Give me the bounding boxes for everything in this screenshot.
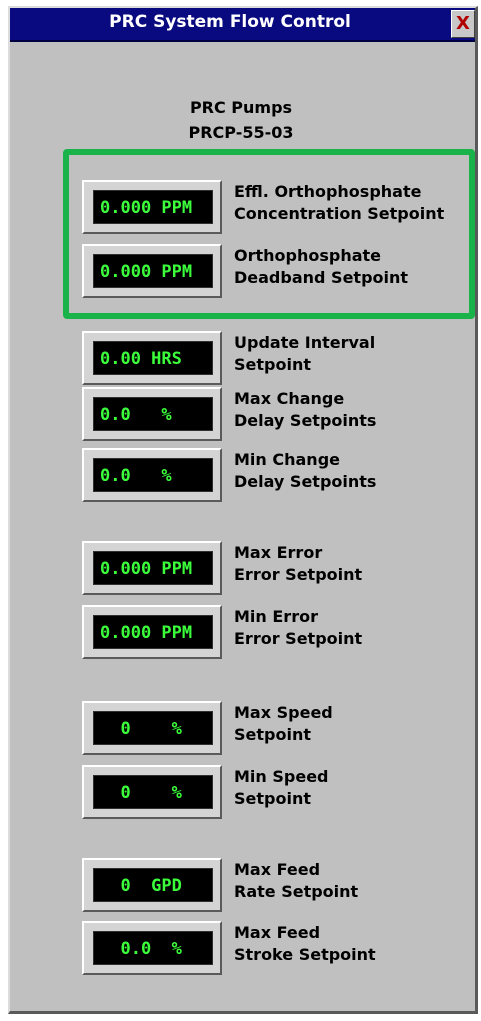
setpoint-row-min-change: 0.0 % Min Change Delay Setpoints — [82, 448, 472, 504]
setpoint-label: Update Interval Setpoint — [234, 333, 376, 374]
pump-group-title: PRC Pumps — [189, 98, 293, 117]
setpoint-readout: 0 % — [93, 711, 213, 745]
setpoint-label: Max Change Delay Setpoints — [234, 389, 377, 430]
highlight-box — [63, 149, 475, 319]
setpoint-row-update-interval: 0.00 HRS Update Interval Setpoint — [82, 331, 472, 387]
max-change-setpoint-button[interactable]: 0.0 % — [82, 387, 222, 441]
setpoint-label: Min Speed Setpoint — [234, 767, 329, 808]
min-change-setpoint-button[interactable]: 0.0 % — [82, 448, 222, 502]
setpoint-readout: 0.0 % — [93, 931, 213, 965]
setpoint-label: Min Error Error Setpoint — [234, 607, 363, 648]
setpoint-row-max-feed-rate: 0 GPD Max Feed Rate Setpoint — [82, 858, 472, 914]
max-feed-rate-setpoint-button[interactable]: 0 GPD — [82, 858, 222, 912]
setpoint-row-min-speed: 0 % Min Speed Setpoint — [82, 765, 472, 821]
min-speed-setpoint-button[interactable]: 0 % — [82, 765, 222, 819]
close-icon[interactable]: X — [451, 10, 475, 38]
setpoint-label: Min Change Delay Setpoints — [234, 450, 377, 491]
setpoint-readout: 0.00 HRS — [93, 341, 213, 375]
update-interval-setpoint-button[interactable]: 0.00 HRS — [82, 331, 222, 385]
max-speed-setpoint-button[interactable]: 0 % — [82, 701, 222, 755]
setpoint-label: Max Feed Rate Setpoint — [234, 860, 359, 901]
setpoint-label: Max Error Error Setpoint — [234, 543, 363, 584]
setpoint-readout: 0.0 % — [93, 397, 213, 431]
window-title: PRC System Flow Control — [109, 12, 351, 32]
setpoint-readout: 0 GPD — [93, 868, 213, 902]
min-error-setpoint-button[interactable]: 0.000 PPM — [82, 605, 222, 659]
setpoint-label: Max Feed Stroke Setpoint — [234, 923, 376, 964]
setpoint-row-max-speed: 0 % Max Speed Setpoint — [82, 701, 472, 757]
pump-id: PRCP-55-03 — [188, 123, 294, 142]
setpoint-row-min-error: 0.000 PPM Min Error Error Setpoint — [82, 605, 472, 661]
setpoint-readout: 0 % — [93, 775, 213, 809]
setpoint-readout: 0.0 % — [93, 458, 213, 492]
max-error-setpoint-button[interactable]: 0.000 PPM — [82, 541, 222, 595]
setpoint-row-max-change: 0.0 % Max Change Delay Setpoints — [82, 387, 472, 443]
setpoint-row-max-feed-stroke: 0.0 % Max Feed Stroke Setpoint — [82, 921, 472, 977]
setpoint-readout: 0.000 PPM — [93, 615, 213, 649]
setpoint-row-max-error: 0.000 PPM Max Error Error Setpoint — [82, 541, 472, 597]
setpoint-readout: 0.000 PPM — [93, 551, 213, 585]
max-feed-stroke-setpoint-button[interactable]: 0.0 % — [82, 921, 222, 975]
title-bar: PRC System Flow Control X — [10, 8, 475, 42]
setpoint-label: Max Speed Setpoint — [234, 703, 333, 744]
